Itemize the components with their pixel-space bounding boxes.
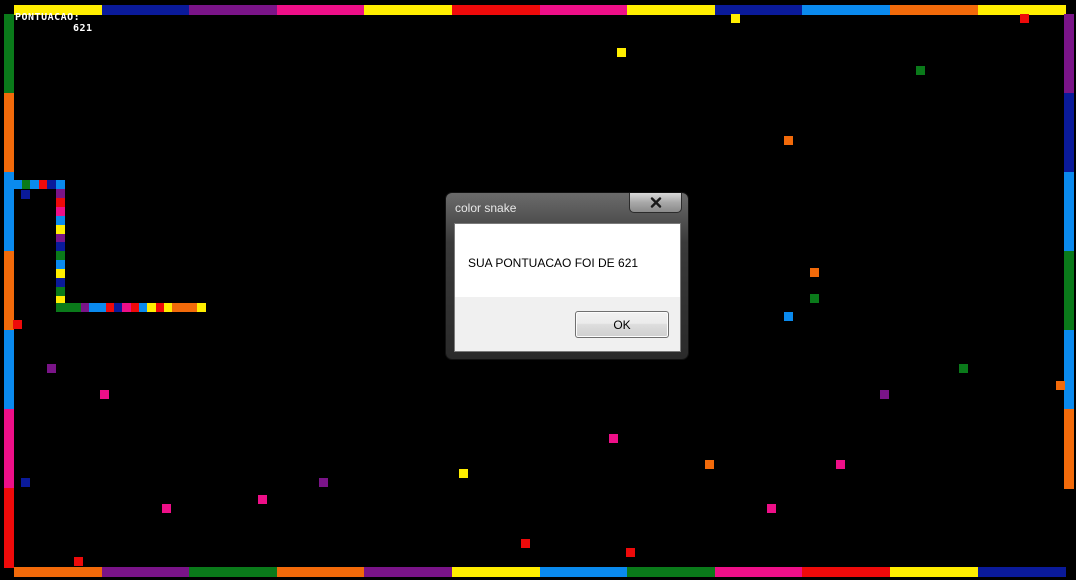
- pellet: [959, 364, 968, 373]
- snake-segment: [56, 286, 65, 296]
- ok-button[interactable]: OK: [575, 311, 669, 338]
- border-segment: [1064, 172, 1074, 252]
- border-segment: [802, 567, 891, 577]
- pellet: [21, 190, 30, 199]
- close-x-icon: [650, 197, 661, 208]
- pellet: [731, 14, 740, 23]
- pellet: [810, 294, 819, 303]
- close-button[interactable]: [629, 193, 682, 213]
- border-segment: [4, 330, 14, 410]
- border-segment: [364, 567, 453, 577]
- pellet: [47, 364, 56, 373]
- pellet: [784, 136, 793, 145]
- pellet: [784, 312, 793, 321]
- snake-segment: [56, 278, 65, 287]
- pellet: [916, 66, 925, 75]
- snake-segment: [56, 242, 65, 252]
- border-segment: [714, 5, 803, 15]
- border-segment: [890, 567, 978, 577]
- border-segment: [4, 488, 14, 568]
- border-segment: [189, 5, 278, 15]
- border-segment: [189, 567, 278, 577]
- border-segment: [101, 5, 190, 15]
- border-segment: [1064, 251, 1074, 331]
- border-segment: [802, 5, 891, 15]
- border-segment: [539, 5, 628, 15]
- border-segment: [890, 5, 978, 15]
- pellet: [1020, 14, 1029, 23]
- pellet: [74, 557, 83, 566]
- snake-segment: [56, 233, 65, 243]
- snake-segment: [197, 303, 207, 312]
- snake-segment: [56, 260, 65, 270]
- pellet: [521, 539, 530, 548]
- pellet: [767, 504, 776, 513]
- pellet: [162, 504, 171, 513]
- border-segment: [14, 567, 102, 577]
- snake-segment: [56, 269, 65, 279]
- pellet: [836, 460, 845, 469]
- border-segment: [276, 567, 365, 577]
- pellet: [100, 390, 109, 399]
- pellet: [609, 434, 618, 443]
- pellet: [705, 460, 714, 469]
- border-segment: [1064, 93, 1074, 173]
- border-segment: [4, 14, 14, 94]
- pellet: [626, 548, 635, 557]
- score-label: PONTUACAO:: [15, 12, 81, 23]
- border-segment: [101, 567, 190, 577]
- border-segment: [4, 409, 14, 489]
- border-segment: [4, 93, 14, 173]
- pellet: [21, 478, 30, 487]
- snake-segment: [56, 215, 65, 225]
- border-segment: [452, 5, 540, 15]
- score-value: 621: [73, 23, 93, 34]
- snake-segment: [56, 189, 65, 198]
- snake-segment: [56, 197, 65, 207]
- pellet: [880, 390, 889, 399]
- border-segment: [714, 567, 803, 577]
- border-segment: [539, 567, 628, 577]
- dialog-footer: OK: [455, 297, 680, 351]
- pellet: [258, 495, 267, 504]
- dialog-body: SUA PONTUACAO FOI DE 621 OK: [454, 223, 681, 352]
- snake-segment: [56, 180, 65, 189]
- pellet: [13, 320, 22, 329]
- snake-segment: [56, 206, 65, 216]
- pellet: [319, 478, 328, 487]
- border-segment: [1064, 409, 1074, 489]
- snake-segment: [56, 251, 65, 261]
- border-segment: [1064, 14, 1074, 94]
- pellet: [810, 268, 819, 277]
- dialog-message: SUA PONTUACAO FOI DE 621: [468, 256, 639, 270]
- border-segment: [276, 5, 365, 15]
- border-segment: [4, 251, 14, 331]
- pellet: [459, 469, 468, 478]
- border-segment: [452, 567, 540, 577]
- border-segment: [627, 567, 716, 577]
- border-segment: [1064, 330, 1074, 410]
- dialog-title: color snake: [455, 201, 517, 215]
- border-segment: [364, 5, 453, 15]
- border-segment: [977, 567, 1066, 577]
- pellet: [1056, 381, 1065, 390]
- border-segment: [627, 5, 716, 15]
- snake-segment: [56, 224, 65, 234]
- pellet: [617, 48, 626, 57]
